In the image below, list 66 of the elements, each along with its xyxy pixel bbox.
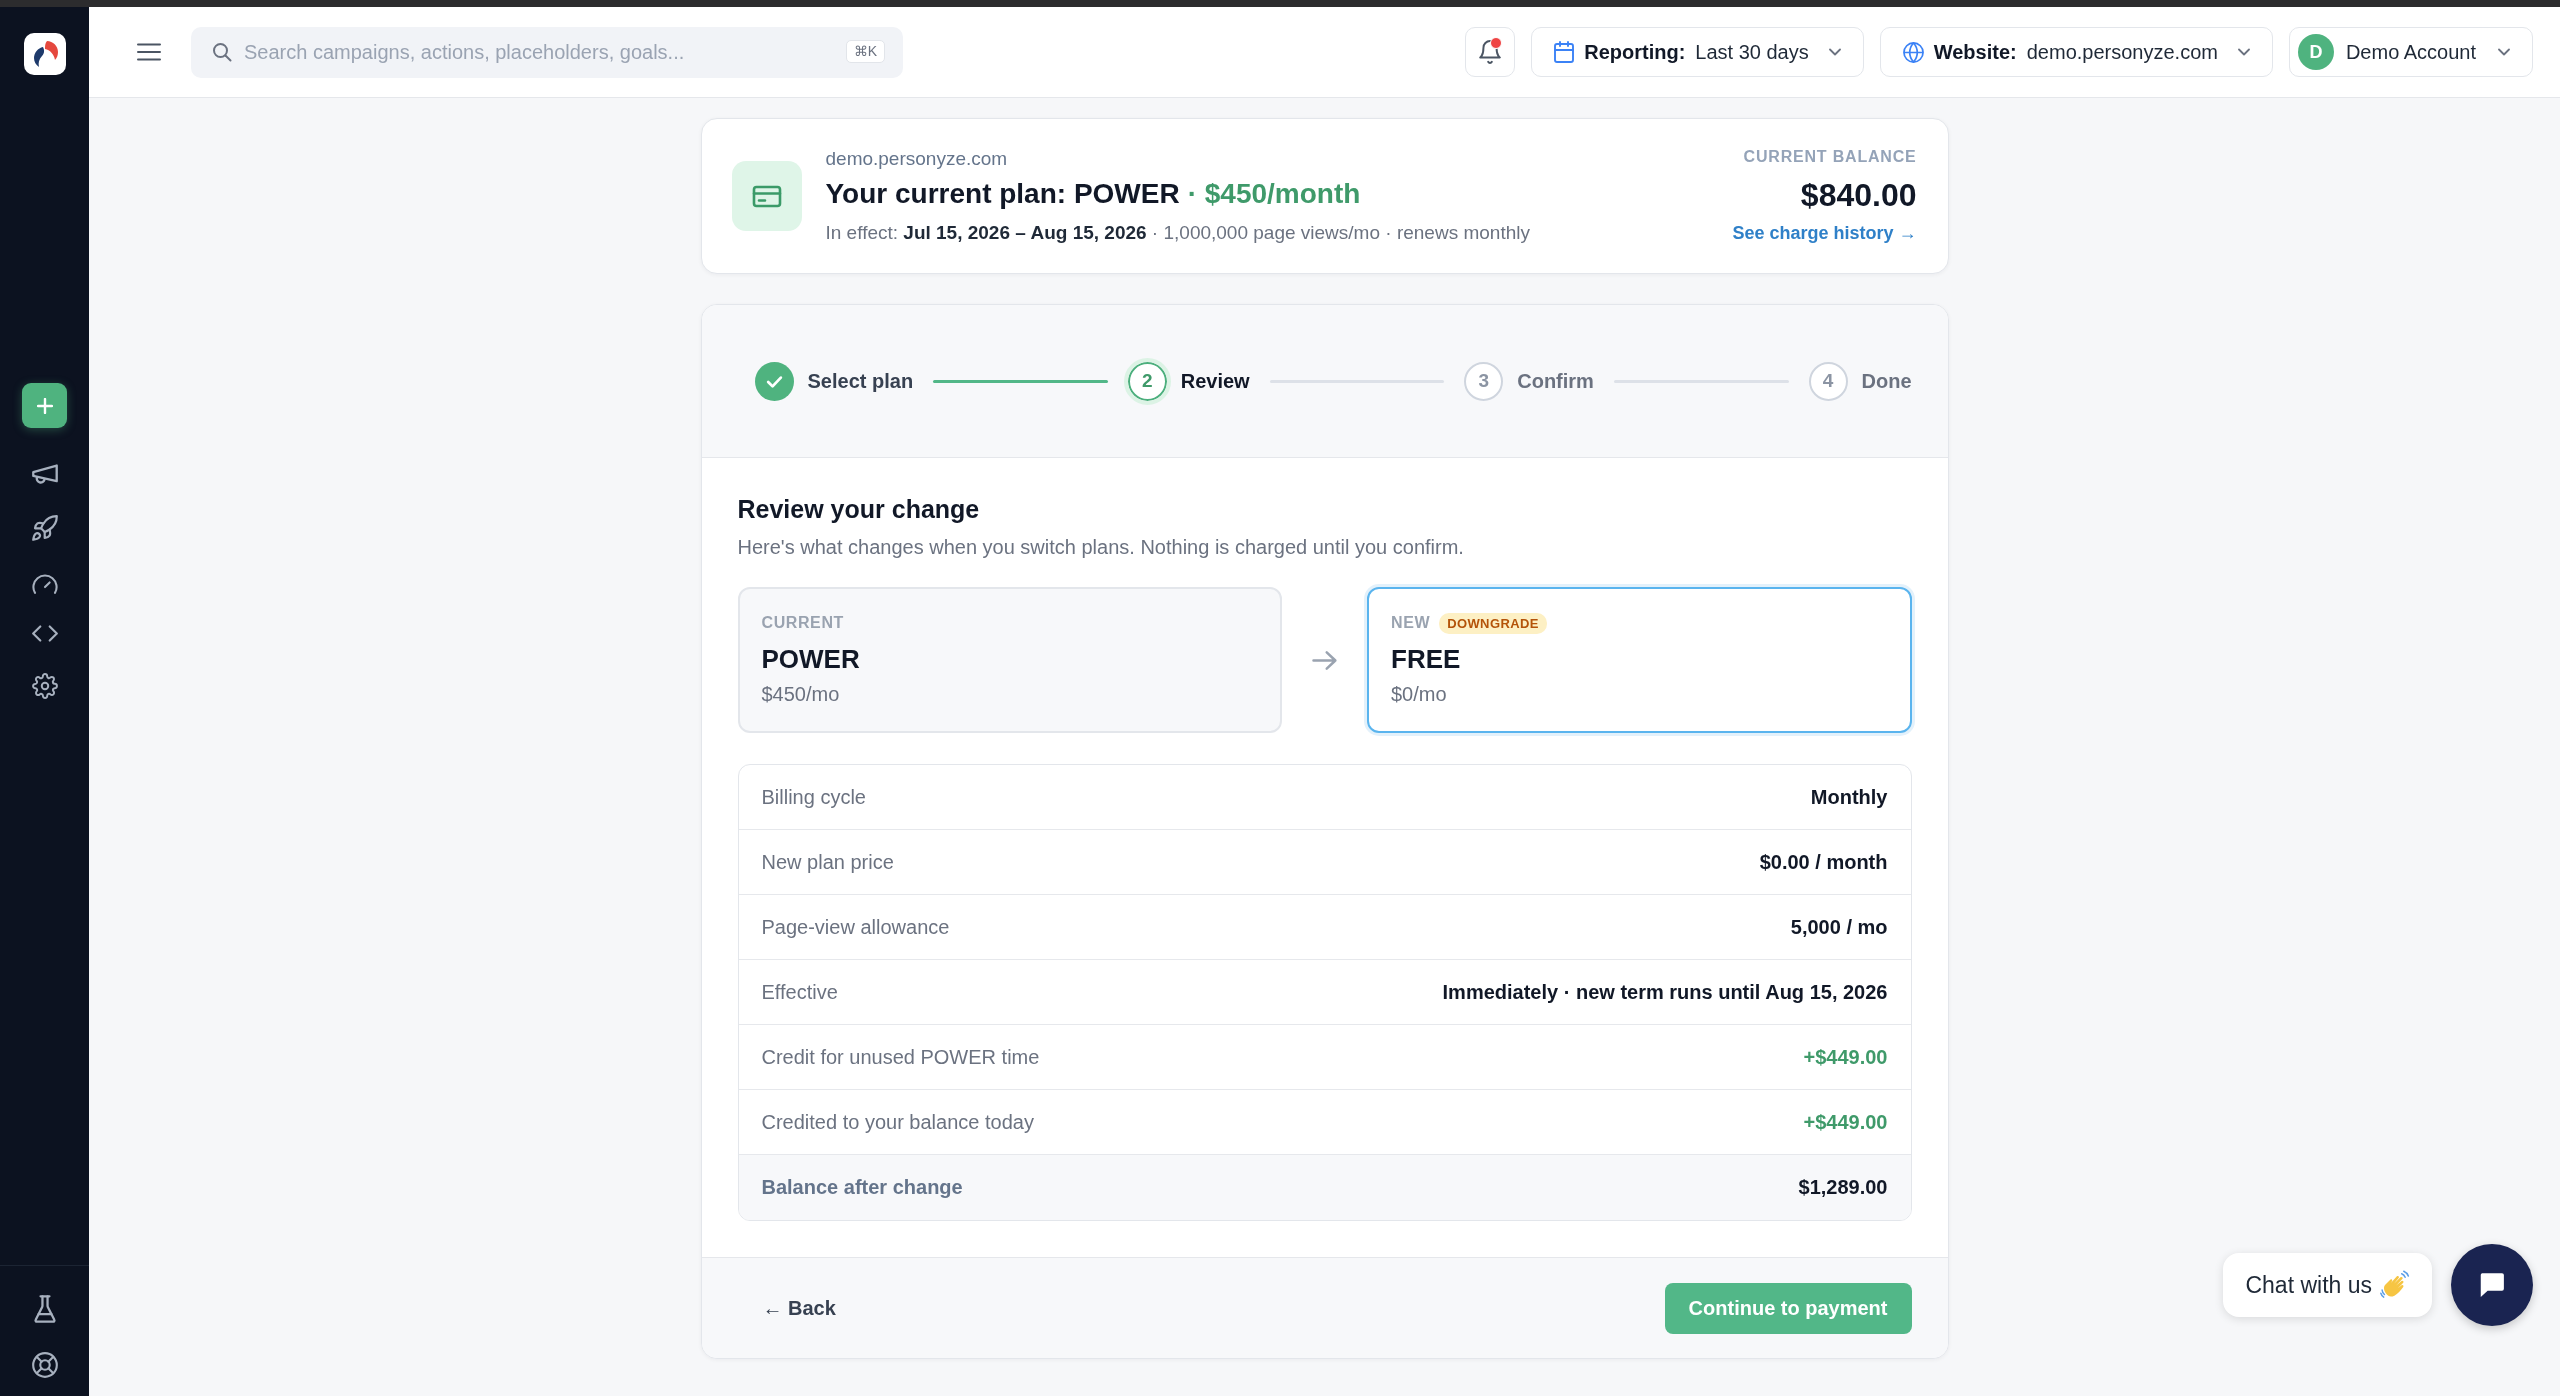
step-number: 3 xyxy=(1464,361,1504,401)
settings-icon[interactable] xyxy=(31,673,58,699)
plan-option-label: CURRENT xyxy=(761,614,844,632)
section-title: Review your change xyxy=(737,494,981,524)
row-value: $0.00 / month xyxy=(1759,850,1888,874)
plan-name: POWER xyxy=(761,643,861,675)
logo-icon xyxy=(23,33,66,75)
row-value: Immediately · new term runs until Aug 15, 2026 xyxy=(1442,980,1888,1004)
row-value: Monthly xyxy=(1810,785,1888,809)
row-value: +$449.00 xyxy=(1803,1110,1888,1134)
arrow-right-icon xyxy=(1310,648,1339,672)
bell-icon xyxy=(1479,40,1502,64)
back-button[interactable]: ← Back xyxy=(762,1296,836,1320)
step-number: 2 xyxy=(1123,357,1171,405)
notifications-button[interactable] xyxy=(1465,27,1516,77)
chat-button[interactable] xyxy=(2451,1244,2533,1326)
avatar: D xyxy=(2297,34,2334,70)
row-label: Effective xyxy=(761,980,838,1004)
plan-price: · $450/month xyxy=(1187,178,1361,209)
row-label: Page-view allowance xyxy=(761,915,950,939)
balance-label: CURRENT BALANCE xyxy=(1743,147,1917,167)
row-value: +$449.00 xyxy=(1803,1045,1888,1069)
balance-amount: $840.00 xyxy=(1800,176,1917,215)
charge-history-link[interactable]: See charge history → xyxy=(1732,221,1917,245)
rocket-icon[interactable] xyxy=(31,515,58,541)
plus-icon xyxy=(36,397,53,414)
plan-details: In effect: Jul 15, 2026 – Aug 15, 2026 · 1,000,000 page views/mo · renews monthly xyxy=(825,221,1530,245)
chevron-down-icon xyxy=(1828,48,1841,56)
plan-option-price: $0/mo xyxy=(1391,682,1448,707)
plan-option-price: $450/mo xyxy=(761,682,841,707)
downgrade-badge: DOWNGRADE xyxy=(1439,612,1547,634)
plan-option-label: NEW xyxy=(1391,614,1431,632)
step-label: Confirm xyxy=(1517,369,1594,393)
row-value: $1,289.00 xyxy=(1798,1176,1888,1199)
reporting-dropdown[interactable]: Reporting: Last 30 days xyxy=(1531,27,1864,77)
step-number: 4 xyxy=(1808,361,1848,401)
add-button[interactable] xyxy=(22,383,67,428)
step-label: Review xyxy=(1180,369,1250,393)
step-label: Done xyxy=(1861,369,1912,393)
menu-icon[interactable] xyxy=(137,43,161,61)
chevron-down-icon xyxy=(2498,48,2510,56)
calendar-icon xyxy=(1554,41,1575,63)
lifebuoy-icon[interactable] xyxy=(31,1352,58,1378)
plan-title: Your current plan: POWER xyxy=(825,178,1180,209)
row-label: Billing cycle xyxy=(761,785,866,809)
globe-icon xyxy=(1902,41,1924,63)
website-dropdown[interactable]: Website: demo.personyze.com xyxy=(1879,27,2273,77)
search-icon xyxy=(212,41,232,62)
chevron-down-icon xyxy=(2237,48,2250,56)
section-subtitle: Here's what changes when you switch plans. Nothing is charged until you confirm. xyxy=(737,535,1465,560)
code-icon[interactable] xyxy=(31,625,58,642)
row-label: Balance after change xyxy=(761,1176,963,1199)
chat-prompt[interactable]: Chat with us xyxy=(2223,1253,2432,1317)
plan-name: FREE xyxy=(1391,643,1462,675)
step-label: Select plan xyxy=(807,369,914,393)
gauge-icon[interactable] xyxy=(31,572,58,594)
site-name: demo.personyze.com xyxy=(825,147,1009,171)
credit-card-icon xyxy=(731,161,802,231)
row-label: Credited to your balance today xyxy=(761,1110,1034,1134)
waving-hand-icon xyxy=(2380,1270,2410,1300)
row-value: 5,000 / mo xyxy=(1790,915,1888,939)
account-menu[interactable]: D Demo Account xyxy=(2288,27,2533,77)
row-label: New plan price xyxy=(761,850,894,874)
megaphone-icon[interactable] xyxy=(31,464,58,484)
row-label: Credit for unused POWER time xyxy=(761,1045,1040,1069)
flask-icon[interactable] xyxy=(33,1295,56,1323)
